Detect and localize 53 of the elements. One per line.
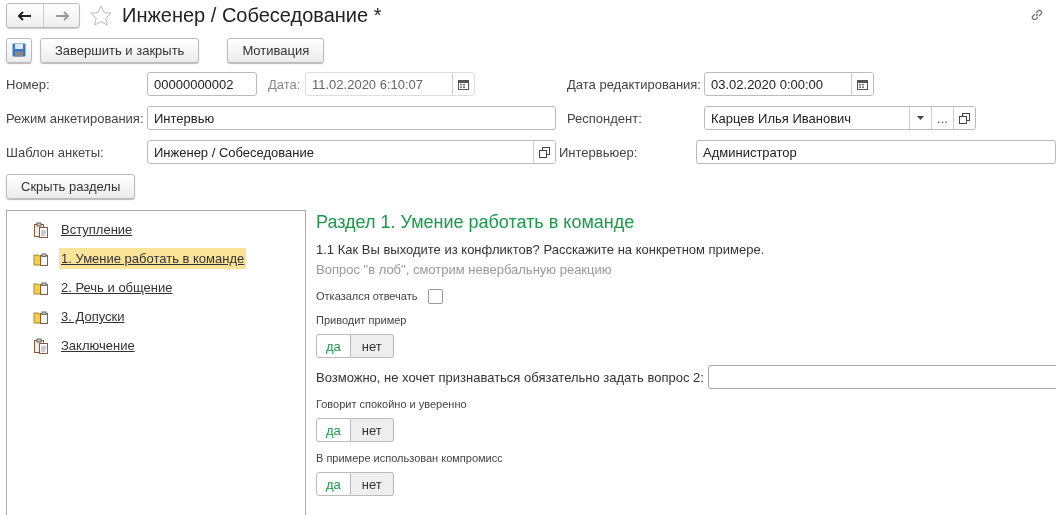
toggle-option[interactable]: нет xyxy=(350,472,394,496)
field-label: Респондент: xyxy=(567,110,643,126)
star-icon[interactable] xyxy=(90,5,112,26)
field-label: Номер: xyxy=(6,76,51,92)
section-link[interactable]: Заключение xyxy=(59,335,137,356)
input-label: Возможно, не хочет признаваться обязательно задать вопрос 2: xyxy=(316,369,704,385)
clipboard-icon xyxy=(33,221,49,238)
question-text: 1.1 Как Вы выходите из конфликтов? Расскажите на конкретном примере. xyxy=(316,242,766,259)
toggle-option[interactable]: нет xyxy=(350,418,394,442)
link-icon[interactable] xyxy=(1030,8,1044,22)
folder-clipboard-icon xyxy=(33,250,49,267)
clipboard-icon xyxy=(33,337,49,354)
checkbox[interactable] xyxy=(427,288,443,304)
answer-label: Приводит пример xyxy=(316,314,407,326)
section-heading: Раздел 1. Умение работать в команде xyxy=(316,212,636,234)
section-link[interactable]: 3. Допуски xyxy=(59,306,127,327)
question-hint: Вопрос "в лоб", смотрим невербальную реакцию xyxy=(316,262,613,279)
folder-clipboard-icon xyxy=(33,279,49,296)
open-icon xyxy=(959,112,970,124)
edit-date-field[interactable]: 03.02.2020 0:00:00 xyxy=(704,72,874,96)
arrow-right-icon xyxy=(54,10,69,21)
caret-icon xyxy=(917,116,924,120)
field-label: Режим анкетирования: xyxy=(6,110,145,126)
respondent-field[interactable]: Карцев Илья Иванович ... xyxy=(704,106,976,130)
toggle-option[interactable]: да xyxy=(316,334,351,358)
hide-sections-button[interactable]: Скрыть разделы xyxy=(6,173,136,199)
checkbox-label: Отказался отвечать xyxy=(316,290,418,302)
template-field[interactable]: Инженер / Собеседование xyxy=(147,140,556,164)
answer-label: Говорит спокойно и уверенно xyxy=(316,398,467,410)
field-label: Дата: xyxy=(268,76,302,92)
toggle-option[interactable]: нет xyxy=(350,334,394,358)
folder-clipboard-icon xyxy=(33,308,49,325)
arrow-left-icon xyxy=(18,10,32,21)
answer-field[interactable] xyxy=(707,365,1056,389)
save-button[interactable] xyxy=(6,37,32,63)
mode-field[interactable]: Интервью xyxy=(147,106,556,130)
section-link[interactable]: 1. Умение работать в команде xyxy=(59,248,247,269)
window-title: Инженер / Собеседование * xyxy=(122,4,382,27)
field-label: Шаблон анкеты: xyxy=(6,144,105,160)
finish-and-close-button[interactable]: Завершить и закрыть xyxy=(40,37,200,63)
open-icon xyxy=(539,146,550,158)
toggle-option[interactable]: да xyxy=(316,418,351,442)
motivation-button[interactable]: Мотивация xyxy=(227,37,325,63)
number-field[interactable]: 00000000002 xyxy=(147,72,257,96)
calendar-icon xyxy=(857,78,868,90)
answer-label: В примере использован компромисс xyxy=(316,452,503,464)
toggle-option[interactable]: да xyxy=(316,472,351,496)
calendar-icon xyxy=(458,78,469,90)
field-label: Дата редактирования: xyxy=(567,76,702,92)
field-label: Интервьюер: xyxy=(559,144,639,160)
section-link[interactable]: Вступление xyxy=(59,219,135,240)
section-link[interactable]: 2. Речь и общение xyxy=(59,277,175,298)
interviewer-field[interactable]: Администратор xyxy=(696,140,1056,164)
